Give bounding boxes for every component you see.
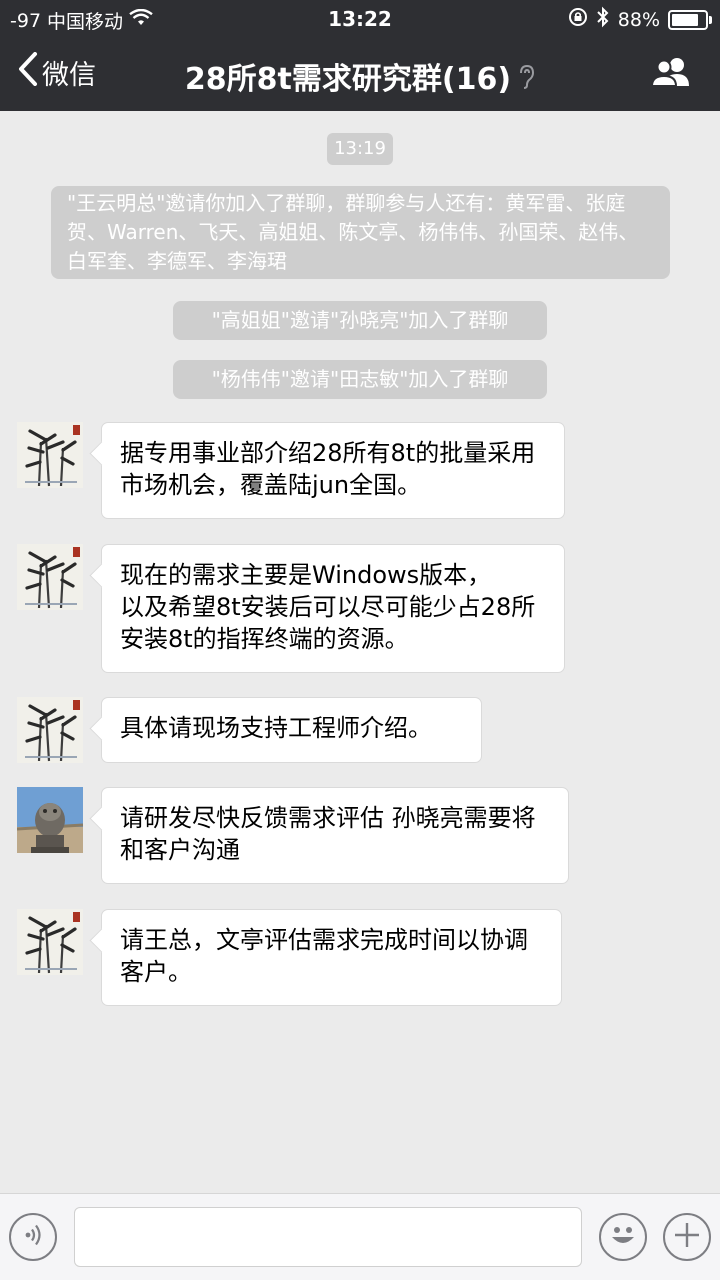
message-bubble[interactable]: 据专用事业部介绍28所有8t的批量采用市场机会，覆盖陆jun全国。 [101, 422, 565, 519]
earpiece-mode-icon [517, 63, 535, 98]
group-members-button[interactable] [650, 56, 692, 92]
status-right: 88% [568, 6, 712, 33]
battery-fill [672, 13, 698, 26]
input-bar [0, 1193, 720, 1280]
avatar[interactable] [17, 422, 83, 488]
voice-icon [19, 1221, 47, 1253]
battery-percent: 88% [617, 8, 660, 31]
people-icon [650, 58, 692, 92]
message-bubble[interactable]: 具体请现场支持工程师介绍。 [101, 697, 482, 763]
nav-bar: 微信 28所8t需求研究群(16) [0, 36, 720, 111]
system-message: "杨伟伟"邀请"田志敏"加入了群聊 [173, 360, 547, 399]
bamboo-painting-avatar [17, 697, 83, 763]
avatar[interactable] [17, 909, 83, 975]
more-functions-button[interactable] [663, 1213, 711, 1261]
header: -97 中国移动 13:22 88% 微信 28所8t需求研究群(16) [0, 0, 720, 111]
avatar[interactable] [17, 544, 83, 610]
avatar[interactable] [17, 697, 83, 763]
chat-area[interactable]: 13:19 "王云明总"邀请你加入了群聊，群聊参与人还有：黄军雷、张庭贺、War… [0, 111, 720, 1193]
message-bubble[interactable]: 请王总，文亭评估需求完成时间以协调客户。 [101, 909, 562, 1006]
group-name: 28所8t需求研究群(16) [184, 62, 512, 97]
battery-icon [668, 9, 712, 30]
system-message: "高姐姐"邀请"孙晓亮"加入了群聊 [173, 301, 547, 340]
message-bubble[interactable]: 请研发尽快反馈需求评估 孙晓亮需要将和客户沟通 [101, 787, 569, 884]
bamboo-painting-avatar [17, 422, 83, 488]
status-bar: -97 中国移动 13:22 88% [0, 0, 720, 36]
stone-lion-photo-avatar [17, 787, 83, 853]
voice-toggle-button[interactable] [9, 1213, 57, 1261]
message-input[interactable] [74, 1207, 582, 1267]
system-message: "王云明总"邀请你加入了群聊，群聊参与人还有：黄军雷、张庭贺、Warren、飞天… [51, 186, 670, 279]
plus-icon [672, 1220, 702, 1254]
message-timestamp: 13:19 [327, 133, 393, 165]
smiley-icon [603, 1215, 643, 1259]
bluetooth-icon [596, 6, 610, 33]
emoji-button[interactable] [599, 1213, 647, 1261]
bamboo-painting-avatar [17, 544, 83, 610]
rotation-lock-icon [568, 7, 588, 32]
chat-title: 28所8t需求研究群(16) [0, 54, 720, 98]
message-bubble[interactable]: 现在的需求主要是Windows版本， 以及希望8t安装后可以尽可能少占28所安装… [101, 544, 565, 673]
avatar[interactable] [17, 787, 83, 853]
bamboo-painting-avatar [17, 909, 83, 975]
